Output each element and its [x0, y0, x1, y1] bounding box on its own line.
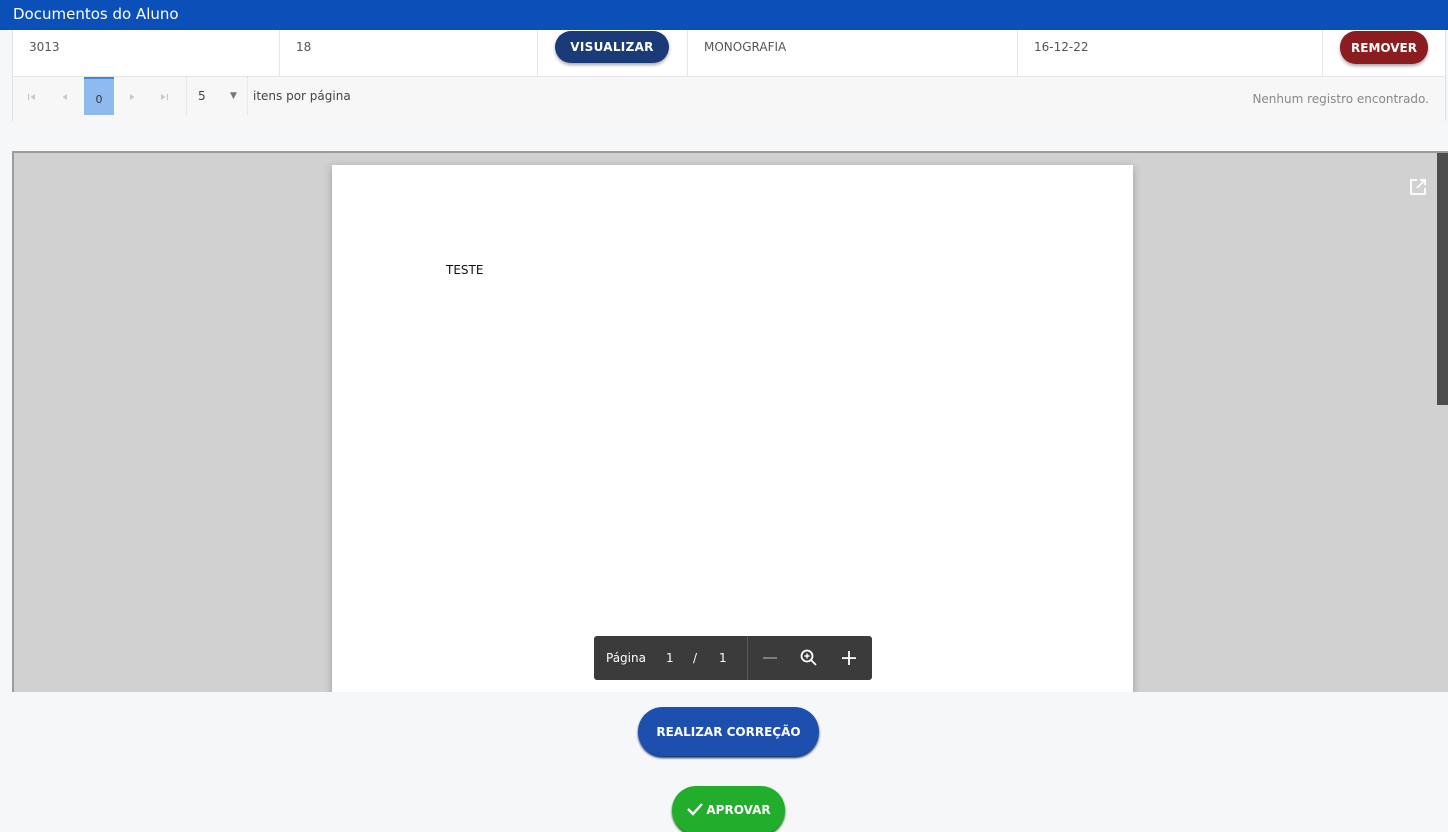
view-button[interactable]: VISUALIZAR — [555, 31, 669, 63]
pdf-toolbar: Página 1 / 1 — [594, 636, 872, 680]
remove-button[interactable]: REMOVER — [1340, 31, 1428, 64]
zoom-out-icon[interactable] — [760, 648, 780, 668]
scrollbar-thumb[interactable] — [1437, 153, 1448, 405]
approve-button-label: APROVAR — [706, 802, 771, 817]
pdf-viewer[interactable]: TESTE Página 1 / 1 — [12, 151, 1448, 692]
first-page-icon[interactable] — [26, 92, 38, 104]
cell-remove: REMOVER — [1323, 30, 1447, 76]
zoom-fit-icon[interactable] — [799, 648, 819, 668]
realizar-correcao-button[interactable]: REALIZAR CORREÇÃO — [638, 707, 819, 756]
open-external-icon[interactable] — [1408, 177, 1428, 197]
cell-type-value: MONOGRAFIA — [704, 40, 787, 54]
cell-id-value: 3013 — [29, 40, 60, 54]
cell-number: 18 — [280, 30, 538, 76]
pdf-current-page[interactable]: 1 — [666, 651, 674, 665]
pdf-page: TESTE — [332, 165, 1133, 692]
page-size-select[interactable]: 5 ▼ — [186, 77, 248, 115]
current-page-number[interactable]: 0 — [84, 77, 114, 115]
cell-id: 3013 — [13, 30, 280, 76]
last-page-icon[interactable] — [158, 92, 170, 104]
prev-page-icon[interactable] — [59, 92, 71, 104]
next-page-icon[interactable] — [126, 92, 138, 104]
page-separator: / — [693, 651, 698, 665]
toolbar-divider — [747, 636, 748, 680]
viewer-scrollbar[interactable] — [1437, 153, 1448, 692]
pager: 0 5 ▼ itens por página Nenhum registro e… — [13, 77, 1445, 121]
check-icon — [686, 801, 704, 820]
pager-info: Nenhum registro encontrado. — [1252, 92, 1429, 106]
items-per-page-label: itens por página — [253, 89, 351, 103]
cell-view: VISUALIZAR — [538, 30, 688, 76]
page-label: Página — [606, 651, 646, 665]
cell-date-value: 16-12-22 — [1034, 40, 1089, 54]
documents-grid: 3013 18 VISUALIZAR MONOGRAFIA 16-12-22 R… — [12, 30, 1446, 121]
cell-number-value: 18 — [296, 40, 312, 54]
cell-type: MONOGRAFIA — [688, 30, 1018, 76]
pdf-total-pages: 1 — [719, 651, 727, 665]
chevron-down-icon: ▼ — [230, 91, 237, 101]
header-bar: Documentos do Aluno — [0, 0, 1448, 30]
approve-button[interactable]: APROVAR — [672, 786, 785, 832]
pdf-page-text: TESTE — [446, 263, 484, 277]
table-row: 3013 18 VISUALIZAR MONOGRAFIA 16-12-22 R… — [13, 30, 1445, 77]
page-size-value: 5 — [198, 89, 206, 103]
page-title: Documentos do Aluno — [13, 5, 179, 23]
zoom-in-icon[interactable] — [839, 648, 859, 668]
cell-date: 16-12-22 — [1018, 30, 1323, 76]
